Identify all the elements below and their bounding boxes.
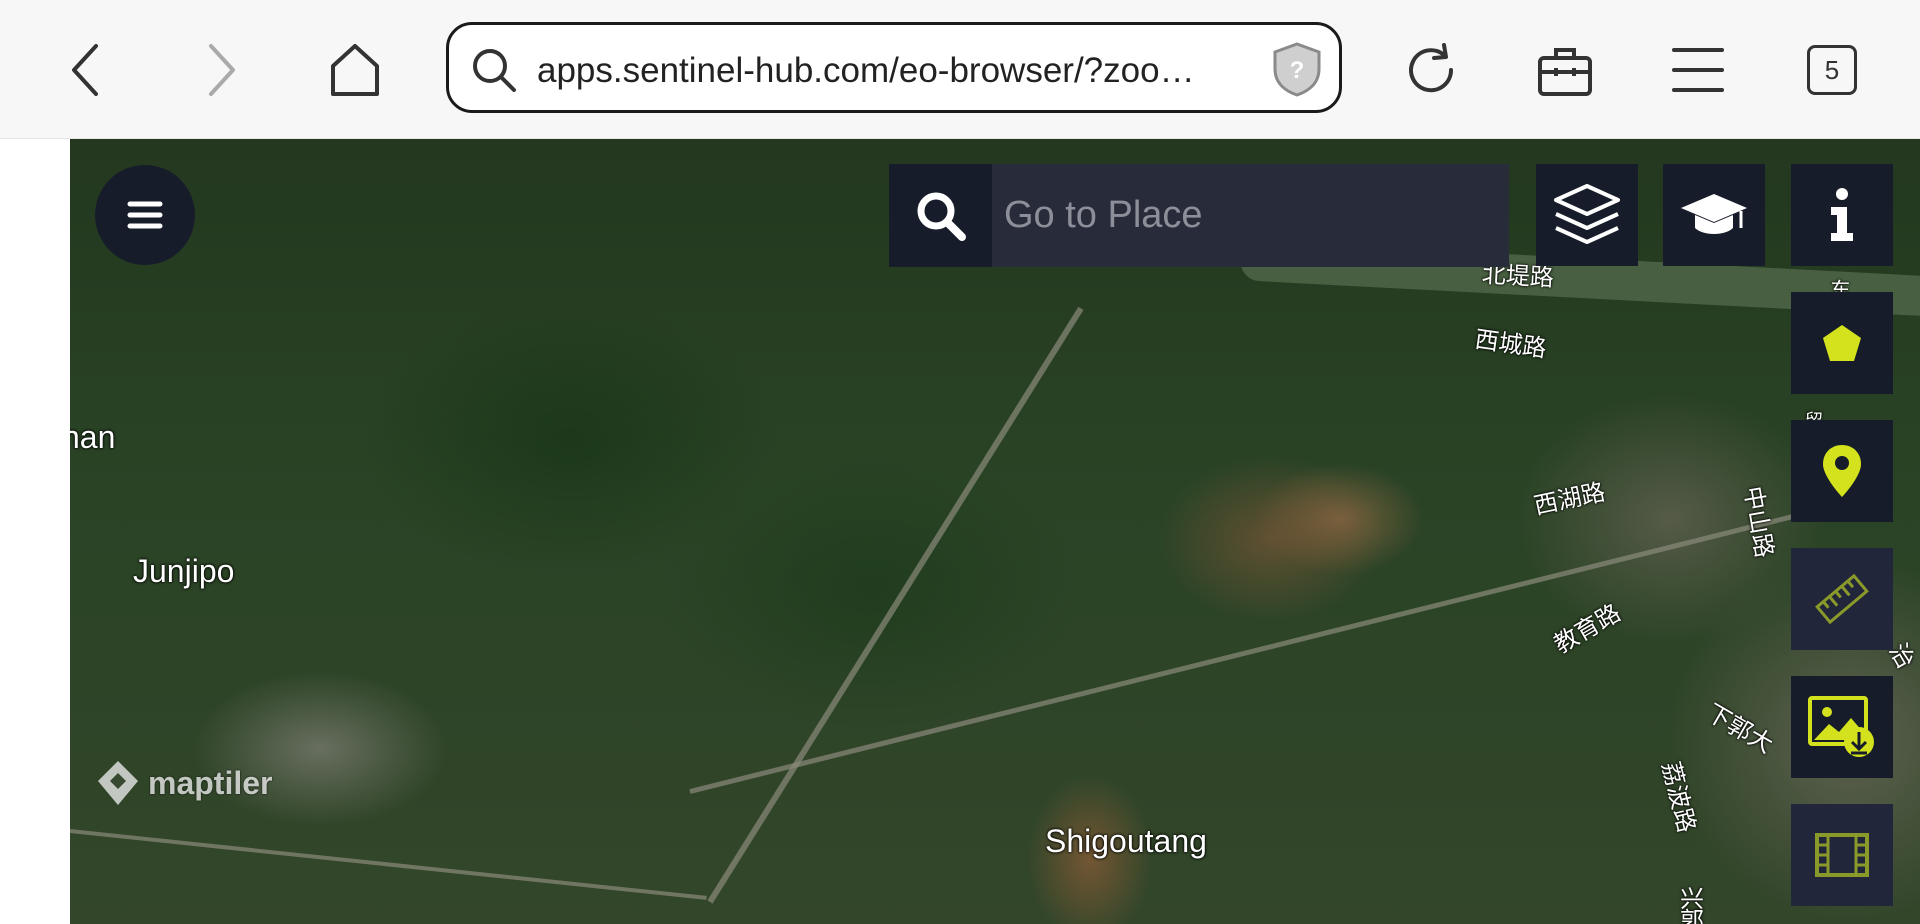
- svg-text:?: ?: [1290, 57, 1305, 84]
- street-label-jiaoyu: 教育路: [1549, 598, 1626, 659]
- place-label-junjipo: Junjipo: [133, 553, 235, 589]
- home-icon: [331, 44, 379, 96]
- street-label-xicheng: 西城路: [1473, 325, 1549, 363]
- image-download-button[interactable]: [1791, 676, 1893, 778]
- draw-area-button[interactable]: [1791, 292, 1893, 394]
- forward-icon: [209, 44, 235, 96]
- page-margin: [0, 139, 70, 924]
- road: [70, 829, 707, 900]
- measure-button[interactable]: [1791, 548, 1893, 650]
- timelapse-button[interactable]: [1791, 804, 1893, 906]
- url-text[interactable]: apps.sentinel-hub.com/eo-browser/?zoo…: [537, 51, 1237, 91]
- tutorial-button[interactable]: [1663, 164, 1765, 266]
- layers-button[interactable]: [1536, 164, 1638, 266]
- street-label-xihu: 西湖路: [1531, 477, 1608, 521]
- place-search-input[interactable]: [992, 164, 1509, 267]
- reload-button[interactable]: [1390, 29, 1472, 111]
- back-icon: [72, 44, 98, 96]
- reload-icon: [1409, 43, 1454, 93]
- place-marker-button[interactable]: [1791, 420, 1893, 522]
- search-icon: [473, 49, 516, 92]
- layers-icon: [1554, 184, 1620, 244]
- place-label-partial: nan: [70, 419, 116, 455]
- maptiler-logo[interactable]: maptiler: [96, 759, 272, 807]
- maptiler-text: maptiler: [148, 764, 273, 801]
- toolbox-icon: [1538, 48, 1592, 96]
- tabs-icon: 5: [1807, 45, 1857, 95]
- road: [689, 498, 1855, 794]
- place-label-shigoutang: Shigoutang: [1045, 823, 1207, 859]
- back-button[interactable]: [45, 29, 127, 111]
- menu-icon: [1672, 48, 1724, 92]
- menu-button[interactable]: [1657, 29, 1739, 111]
- place-search: [889, 164, 1509, 267]
- info-icon: [1831, 188, 1853, 241]
- film-icon: [1815, 833, 1869, 877]
- image-download-icon: [1808, 696, 1874, 757]
- street-label-guo: 郭: [1680, 907, 1704, 924]
- education-icon: [1681, 194, 1747, 234]
- maptiler-icon: [98, 761, 138, 805]
- location-pin-icon: [1823, 445, 1861, 497]
- pentagon-icon: [1823, 325, 1861, 361]
- place-search-button[interactable]: [889, 164, 992, 267]
- forward-button[interactable]: [180, 29, 262, 111]
- street-label-xiaguo: 下郭大: [1701, 698, 1778, 759]
- home-button[interactable]: [314, 29, 396, 111]
- street-label-libo: 荔波路: [1656, 758, 1701, 836]
- street-label-zhongshan: 中山路: [1738, 484, 1779, 560]
- road: [707, 306, 1084, 904]
- info-button[interactable]: [1791, 164, 1893, 266]
- toolbox-button[interactable]: [1524, 29, 1606, 111]
- browser-toolbar: apps.sentinel-hub.com/eo-browser/?zoo… ?…: [0, 0, 1920, 139]
- menu-icon: [127, 201, 163, 229]
- map-menu-button[interactable]: [95, 165, 195, 265]
- shield-icon[interactable]: ?: [1271, 41, 1323, 97]
- address-bar[interactable]: apps.sentinel-hub.com/eo-browser/?zoo… ?: [446, 22, 1342, 113]
- ruler-icon: [1815, 573, 1869, 625]
- tabs-button[interactable]: 5: [1791, 29, 1873, 111]
- search-icon: [917, 192, 966, 241]
